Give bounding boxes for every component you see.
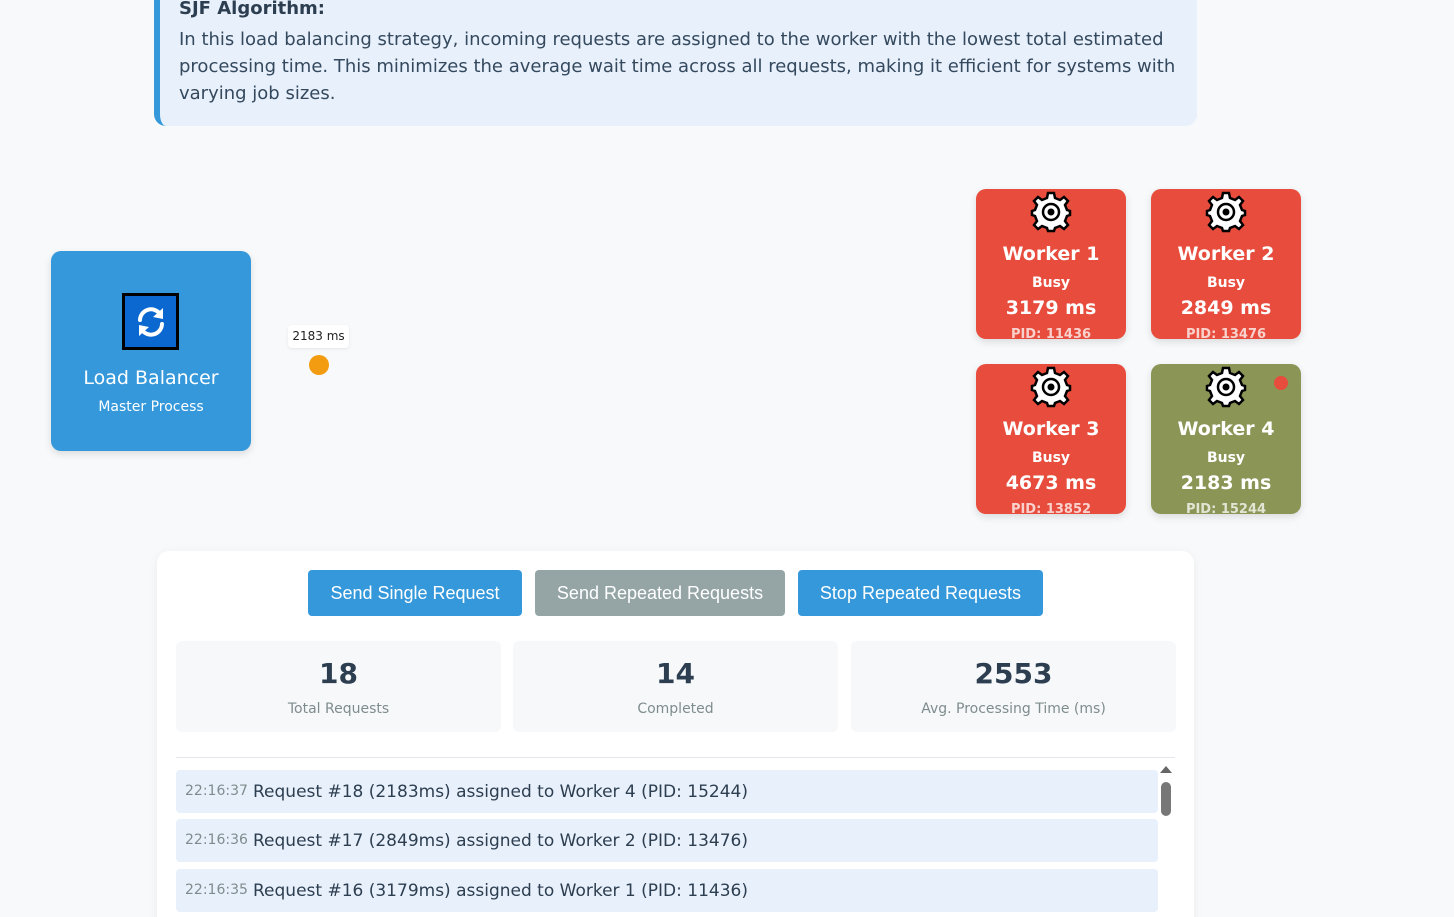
algorithm-description: In this load balancing strategy, incomin…	[179, 29, 1176, 104]
activity-indicator	[1274, 376, 1288, 390]
log-timestamp: 22:16:35	[185, 882, 248, 898]
scrollbar-thumb[interactable]	[1161, 782, 1171, 816]
worker-card-1: Worker 1 Busy 3179 ms PID: 11436	[976, 189, 1126, 339]
worker-card-4: Worker 4 Busy 2183 ms PID: 15244	[1151, 364, 1301, 514]
worker-status: Busy	[1206, 275, 1246, 291]
worker-pid: PID: 13852	[1010, 502, 1092, 514]
log-entry: 22:16:36 Request #17 (2849ms) assigned t…	[176, 819, 1158, 862]
stat-value: 2553	[974, 657, 1053, 690]
worker-time: 2183 ms	[1180, 472, 1272, 494]
worker-status: Busy	[1206, 450, 1246, 466]
worker-status: Busy	[1031, 450, 1071, 466]
worker-card-2: Worker 2 Busy 2849 ms PID: 13476	[1151, 189, 1301, 339]
request-time-tooltip: 2183 ms	[288, 325, 349, 348]
worker-status: Busy	[1031, 275, 1071, 291]
load-balancer-subtitle: Master Process	[98, 399, 204, 415]
stop-repeated-requests-button[interactable]: Stop Repeated Requests	[798, 570, 1043, 616]
gear-icon	[1205, 191, 1247, 233]
send-repeated-requests-button[interactable]: Send Repeated Requests	[535, 570, 785, 616]
stat-completed: 14 Completed	[513, 641, 838, 732]
log-message: Request #16 (3179ms) assigned to Worker …	[253, 881, 748, 901]
log-timestamp: 22:16:37	[185, 783, 248, 799]
worker-time: 4673 ms	[1005, 472, 1097, 494]
request-packet	[309, 355, 329, 375]
log-message: Request #18 (2183ms) assigned to Worker …	[253, 782, 748, 802]
worker-time: 2849 ms	[1180, 297, 1272, 319]
load-balancer-simulator: SJF Algorithm: In this load balancing st…	[0, 0, 1454, 917]
gear-icon	[1205, 366, 1247, 408]
send-single-request-button[interactable]: Send Single Request	[308, 570, 522, 616]
scroll-up-arrow-icon[interactable]	[1160, 766, 1172, 773]
control-panel: Send Single Request Send Repeated Reques…	[157, 551, 1194, 917]
stat-label: Avg. Processing Time (ms)	[921, 701, 1106, 717]
load-balancer-title: Load Balancer	[83, 367, 219, 389]
stat-total-requests: 18 Total Requests	[176, 641, 501, 732]
sync-icon	[122, 293, 179, 350]
worker-pid: PID: 13476	[1185, 327, 1267, 339]
worker-name: Worker 1	[1002, 243, 1100, 265]
stat-label: Total Requests	[287, 701, 390, 717]
worker-name: Worker 2	[1177, 243, 1275, 265]
algorithm-title: SJF Algorithm:	[179, 0, 325, 19]
log-timestamp: 22:16:36	[185, 832, 248, 848]
worker-card-3: Worker 3 Busy 4673 ms PID: 13852	[976, 364, 1126, 514]
worker-pid: PID: 11436	[1010, 327, 1092, 339]
load-balancer-node: Load Balancer Master Process	[51, 251, 251, 451]
algorithm-info: SJF Algorithm: In this load balancing st…	[154, 0, 1197, 126]
request-log[interactable]: 22:16:37 Request #18 (2183ms) assigned t…	[176, 770, 1158, 917]
divider	[176, 757, 1175, 758]
gear-icon	[1030, 191, 1072, 233]
log-entry: 22:16:35 Request #16 (3179ms) assigned t…	[176, 869, 1158, 912]
stat-label: Completed	[637, 701, 714, 717]
gear-icon	[1030, 366, 1072, 408]
worker-name: Worker 3	[1002, 418, 1100, 440]
stat-avg-processing-time: 2553 Avg. Processing Time (ms)	[851, 641, 1176, 732]
worker-pid: PID: 15244	[1185, 502, 1267, 514]
log-entry: 22:16:37 Request #18 (2183ms) assigned t…	[176, 770, 1158, 813]
worker-time: 3179 ms	[1005, 297, 1097, 319]
log-message: Request #17 (2849ms) assigned to Worker …	[253, 831, 748, 851]
stat-value: 18	[319, 657, 358, 690]
stat-value: 14	[656, 657, 695, 690]
worker-name: Worker 4	[1177, 418, 1275, 440]
